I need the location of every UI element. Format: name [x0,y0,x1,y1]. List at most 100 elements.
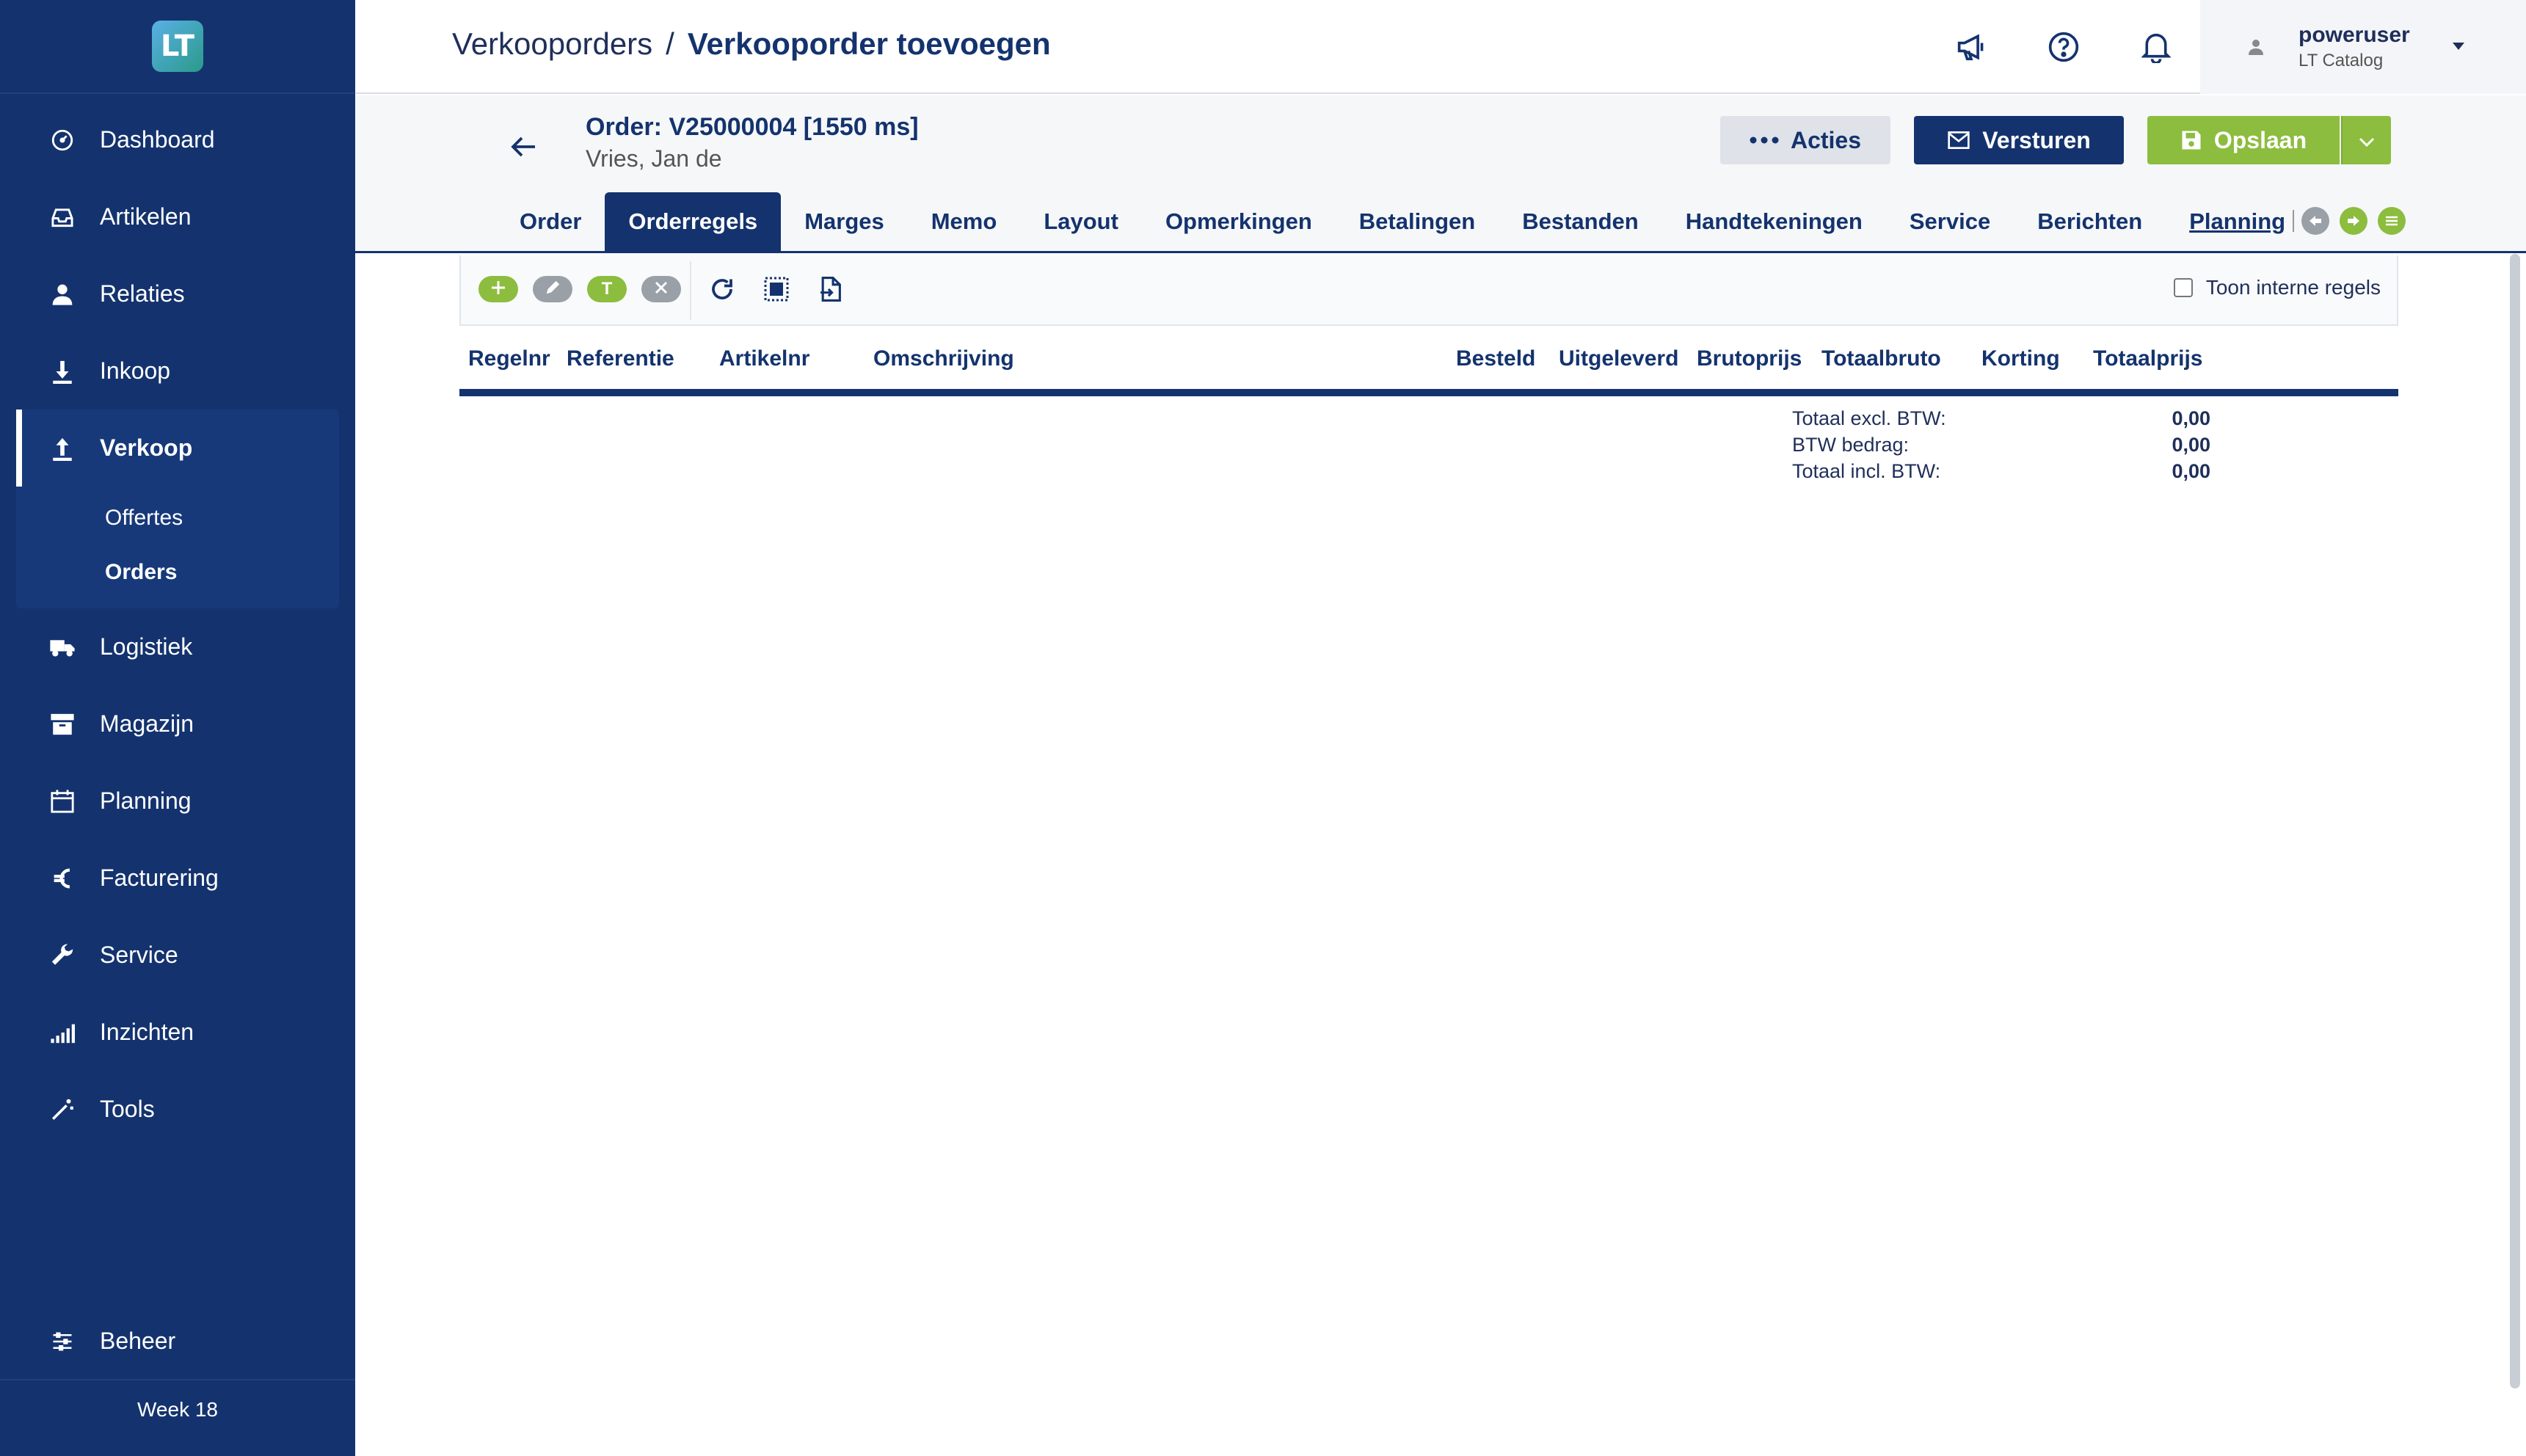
sidebar-item-planning[interactable]: Planning [0,762,355,840]
select-all-button[interactable] [762,276,791,305]
user-company: LT Catalog [2298,51,2384,70]
column-header-brutoprijs[interactable]: Brutoprijs [1697,346,1802,371]
sidebar-item-label: Artikelen [100,203,192,230]
sidebar-item-label: Magazijn [100,710,194,737]
user-menu[interactable]: poweruser LT Catalog [2200,0,2526,94]
tab-memo[interactable]: Memo [908,192,1021,251]
refresh-button[interactable] [707,276,737,305]
sidebar-subitem-orders[interactable]: Orders [16,545,339,600]
tab-scroll-left-icon[interactable] [2301,207,2329,235]
main-nav-continued: Logistiek Magazijn Planning Facturering … [0,608,355,1148]
opslaan-label: Opslaan [2213,126,2307,153]
select-all-icon [763,276,790,306]
wand-icon [46,1093,79,1126]
edit-line-button[interactable] [533,276,572,302]
calendar-icon [46,785,79,818]
back-arrow-icon[interactable] [502,125,546,169]
top-bar: Verkooporders / Verkooporder toevoegen pow… [355,0,2526,94]
sidebar-item-tools[interactable]: Tools [0,1071,355,1148]
tab-divider [2293,210,2294,232]
euro-icon [46,862,79,895]
totals-label: BTW bedrag: [1792,434,1910,456]
download-icon [46,354,79,388]
tab-list-menu-icon[interactable] [2378,207,2406,235]
breadcrumb-parent[interactable]: Verkooporders [452,26,652,61]
sidebar-item-service[interactable]: Service [0,917,355,994]
column-header-regelnr[interactable]: Regelnr [468,346,550,371]
column-header-omschrijving[interactable]: Omschrijving [873,346,1014,371]
show-internal-checkbox[interactable] [2173,278,2193,297]
dashboard-icon [46,123,79,157]
show-internal-label: Toon interne regels [2205,276,2381,299]
sidebar-item-logistiek[interactable]: Logistiek [0,608,355,685]
help-icon[interactable] [2045,28,2083,66]
text-line-button[interactable]: T [587,276,627,302]
opslaan-dropdown-button[interactable] [2341,116,2391,164]
archive-icon [46,707,79,741]
show-internal-toggle[interactable]: Toon interne regels [2173,276,2381,299]
tab-orderregels[interactable]: Orderregels [605,192,782,251]
column-header-totaalbruto[interactable]: Totaalbruto [1821,346,1941,371]
acties-button[interactable]: Acties [1720,116,1890,164]
verkoop-subnav: Offertes Orders [16,487,339,608]
person-icon [46,277,79,311]
tab-scroll-right-icon[interactable] [2340,207,2367,235]
order-tabs: Order Orderregels Marges Memo Layout Opm… [355,192,2309,251]
avatar [2241,32,2271,62]
app-logo[interactable]: LT [152,21,203,72]
tab-service[interactable]: Service [1886,192,2014,251]
add-line-button[interactable] [478,276,518,302]
sidebar-subitem-offertes[interactable]: Offertes [16,491,339,545]
column-header-uitgeleverd[interactable]: Uitgeleverd [1559,346,1678,371]
sidebar-item-label: Inzichten [100,1019,194,1045]
tab-marges[interactable]: Marges [781,192,908,251]
wrench-icon [46,939,79,972]
tab-order[interactable]: Order [496,192,605,251]
tab-berichten[interactable]: Berichten [2014,192,2166,251]
versturen-button[interactable]: Versturen [1914,116,2124,164]
tab-opmerkingen[interactable]: Opmerkingen [1142,192,1336,251]
sidebar-item-dashboard[interactable]: Dashboard [0,101,355,178]
order-customer: Vries, Jan de [586,145,722,172]
column-header-artikelnr[interactable]: Artikelnr [719,346,809,371]
vertical-scrollbar[interactable] [2510,254,2520,1388]
column-header-referentie[interactable]: Referentie [567,346,674,371]
tab-handtekeningen[interactable]: Handtekeningen [1662,192,1886,251]
sidebar-item-facturering[interactable]: Facturering [0,840,355,917]
sidebar-item-magazijn[interactable]: Magazijn [0,685,355,762]
sidebar-item-label: Service [100,942,178,968]
order-totals: Totaal excl. BTW: 0,00 BTW bedrag: 0,00 … [1792,407,2210,487]
order-title: Order: V25000004 [1550 ms] [586,113,919,141]
totals-row: BTW bedrag: 0,00 [1792,434,2210,460]
bell-icon[interactable] [2137,28,2175,66]
opslaan-button[interactable]: Opslaan [2147,116,2340,164]
week-indicator: Week 18 [137,1398,218,1421]
breadcrumb: Verkooporders / Verkooporder toevoegen [452,26,1051,62]
file-import-icon [818,275,843,307]
delete-line-button[interactable] [641,276,681,302]
sidebar-item-inkoop[interactable]: Inkoop [0,332,355,410]
sidebar-item-inzichten[interactable]: Inzichten [0,994,355,1071]
import-button[interactable] [816,276,845,305]
sidebar-item-label: Beheer [100,1328,176,1354]
sidebar-item-beheer[interactable]: Beheer [0,1303,355,1380]
column-header-korting[interactable]: Korting [1981,346,2060,371]
truck-icon [46,630,79,664]
sidebar-item-label: Dashboard [100,126,215,153]
tab-planning[interactable]: Planning [2166,192,2309,251]
close-icon [654,280,669,299]
upload-icon [46,432,79,465]
sidebar-item-verkoop[interactable]: Verkoop [16,410,339,487]
tab-bestanden[interactable]: Bestanden [1499,192,1661,251]
sidebar-item-relaties[interactable]: Relaties [0,255,355,332]
inbox-icon [46,200,79,234]
user-info: poweruser LT Catalog [2298,23,2410,71]
column-header-totaalprijs[interactable]: Totaalprijs [2093,346,2202,371]
tab-betalingen[interactable]: Betalingen [1336,192,1499,251]
orderlines-toolbar: T Toon interne regels [459,255,2398,326]
tab-layout[interactable]: Layout [1020,192,1142,251]
column-header-besteld[interactable]: Besteld [1456,346,1535,371]
versturen-label: Versturen [1982,126,2091,153]
megaphone-icon[interactable] [1952,28,1990,66]
sidebar-item-artikelen[interactable]: Artikelen [0,178,355,255]
